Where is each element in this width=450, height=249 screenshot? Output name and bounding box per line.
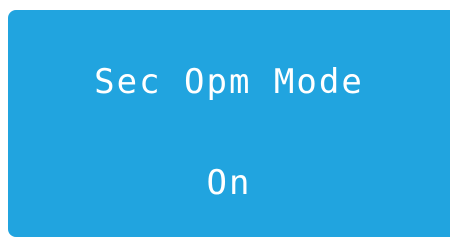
- setting-title: Sec Opm Mode: [94, 62, 364, 102]
- setting-value: On: [206, 163, 252, 203]
